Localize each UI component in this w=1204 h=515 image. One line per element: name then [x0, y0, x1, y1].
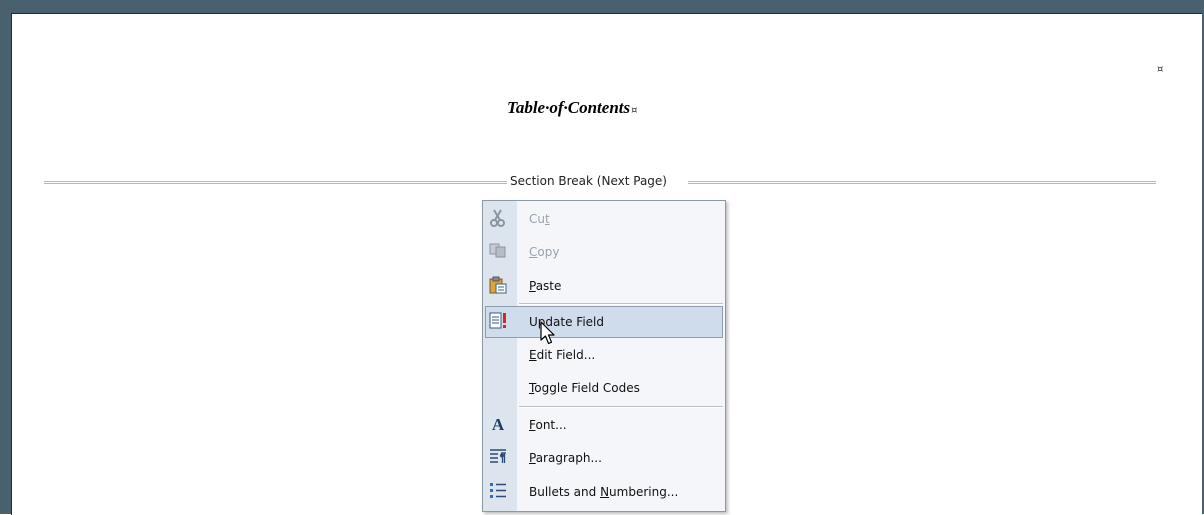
menu-item-label: Toggle Field Codes	[529, 381, 640, 395]
paragraph-icon	[487, 448, 509, 468]
menu-item-cut[interactable]: Cut	[483, 204, 725, 234]
menu-item-paste[interactable]: Paste	[483, 271, 725, 301]
bullets-icon	[487, 482, 509, 502]
copy-icon	[487, 242, 509, 262]
toc-heading[interactable]: Table·of·Contents¤	[507, 98, 637, 118]
menu-item-edit-field[interactable]: Edit Field...	[483, 340, 725, 370]
update-field-icon	[488, 312, 510, 332]
menu-item-font[interactable]: A Font...	[483, 410, 725, 440]
scissors-icon	[487, 209, 509, 229]
menu-item-label: Edit Field...	[529, 348, 596, 362]
section-break[interactable]: Section Break (Next Page)	[44, 174, 1156, 188]
menu-item-label: Font...	[529, 418, 567, 432]
mouse-cursor-icon	[540, 321, 555, 345]
menu-separator	[519, 303, 723, 305]
menu-item-copy[interactable]: Copy	[483, 237, 725, 267]
context-menu: Cut Copy Paste Update Field Edit Field..…	[482, 200, 726, 512]
menu-item-bullets-numbering[interactable]: Bullets and Numbering...	[483, 477, 725, 507]
menu-item-label: Cut	[529, 212, 550, 226]
menu-item-paragraph[interactable]: Paragraph...	[483, 443, 725, 473]
end-of-cell-mark: ¤	[1157, 64, 1164, 75]
font-icon: A	[491, 415, 505, 434]
menu-item-label: Paragraph...	[529, 451, 602, 465]
section-break-line-left	[44, 181, 507, 184]
menu-item-label: Bullets and Numbering...	[529, 485, 679, 499]
menu-item-label: Paste	[529, 279, 562, 293]
paste-icon	[487, 276, 509, 296]
menu-item-label: Copy	[529, 245, 560, 259]
toc-heading-text: Table·of·Contents	[507, 98, 631, 117]
end-of-cell-mark: ¤	[631, 105, 638, 116]
section-break-line-right	[688, 181, 1156, 184]
menu-item-toggle-field-codes[interactable]: Toggle Field Codes	[483, 373, 725, 403]
section-break-label: Section Break (Next Page)	[510, 174, 667, 188]
menu-separator	[519, 406, 723, 408]
menu-item-update-field[interactable]: Update Field	[485, 306, 723, 338]
